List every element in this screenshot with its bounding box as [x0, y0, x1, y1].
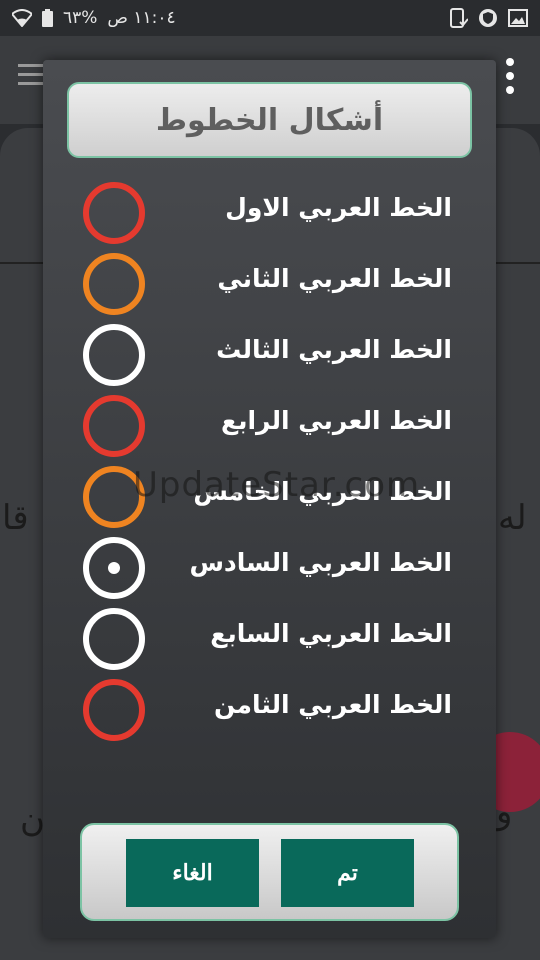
- shield-icon: [478, 8, 498, 28]
- battery-icon: [42, 9, 53, 27]
- font-option-row[interactable]: الخط العربي السادس: [43, 533, 496, 604]
- status-bar: ١١:٠٤ ص %٦٣: [0, 0, 540, 36]
- more-options-icon[interactable]: [506, 58, 514, 98]
- radio-button[interactable]: [83, 324, 145, 386]
- background-text: ن: [20, 800, 45, 840]
- font-option-label: الخط العربي الاول: [225, 193, 452, 222]
- background-text: قا: [2, 498, 29, 538]
- font-option-label: الخط العربي السادس: [189, 548, 452, 577]
- battery-percent: %٦٣: [63, 8, 98, 28]
- ok-button[interactable]: تم: [281, 839, 414, 907]
- font-option-row[interactable]: الخط العربي الثامن: [43, 675, 496, 746]
- radio-button[interactable]: [83, 395, 145, 457]
- font-option-row[interactable]: الخط العربي الثاني: [43, 249, 496, 320]
- font-option-label: الخط العربي السابع: [210, 619, 452, 648]
- font-option-row[interactable]: الخط العربي السابع: [43, 604, 496, 675]
- cancel-button[interactable]: الغاء: [126, 839, 259, 907]
- dialog-footer: الغاء تم: [80, 823, 459, 921]
- menu-icon[interactable]: [18, 64, 44, 90]
- font-option-row[interactable]: الخط العربي الرابع: [43, 391, 496, 462]
- watermark: UpdateStar.com: [133, 465, 421, 505]
- radio-button[interactable]: [83, 182, 145, 244]
- radio-button[interactable]: [83, 679, 145, 741]
- radio-button[interactable]: [83, 608, 145, 670]
- font-option-label: الخط العربي الرابع: [221, 406, 452, 435]
- status-right: [450, 8, 528, 28]
- font-option-row[interactable]: الخط العربي الاول: [43, 178, 496, 249]
- status-left: ١١:٠٤ ص %٦٣: [12, 8, 176, 28]
- font-option-label: الخط العربي الثاني: [217, 264, 452, 293]
- status-time: ١١:٠٤ ص: [107, 8, 176, 28]
- gallery-icon: [508, 9, 528, 27]
- font-options-list: الخط العربي الاول الخط العربي الثاني الخط …: [43, 178, 496, 746]
- font-style-dialog: أشكال الخطوط الخط العربي الاول الخط العرب…: [43, 60, 496, 938]
- font-option-label: الخط العربي الثامن: [214, 690, 452, 719]
- font-option-row[interactable]: الخط العربي الثالث: [43, 320, 496, 391]
- radio-selected-dot: [108, 562, 120, 574]
- wifi-icon: [12, 9, 32, 27]
- background-text: له: [498, 498, 527, 538]
- screen-record-icon: [450, 8, 468, 28]
- dialog-header: أشكال الخطوط: [67, 82, 472, 158]
- font-option-label: الخط العربي الثالث: [216, 335, 452, 364]
- radio-button[interactable]: [83, 253, 145, 315]
- dialog-title: أشكال الخطوط: [155, 102, 384, 138]
- radio-button[interactable]: [83, 537, 145, 599]
